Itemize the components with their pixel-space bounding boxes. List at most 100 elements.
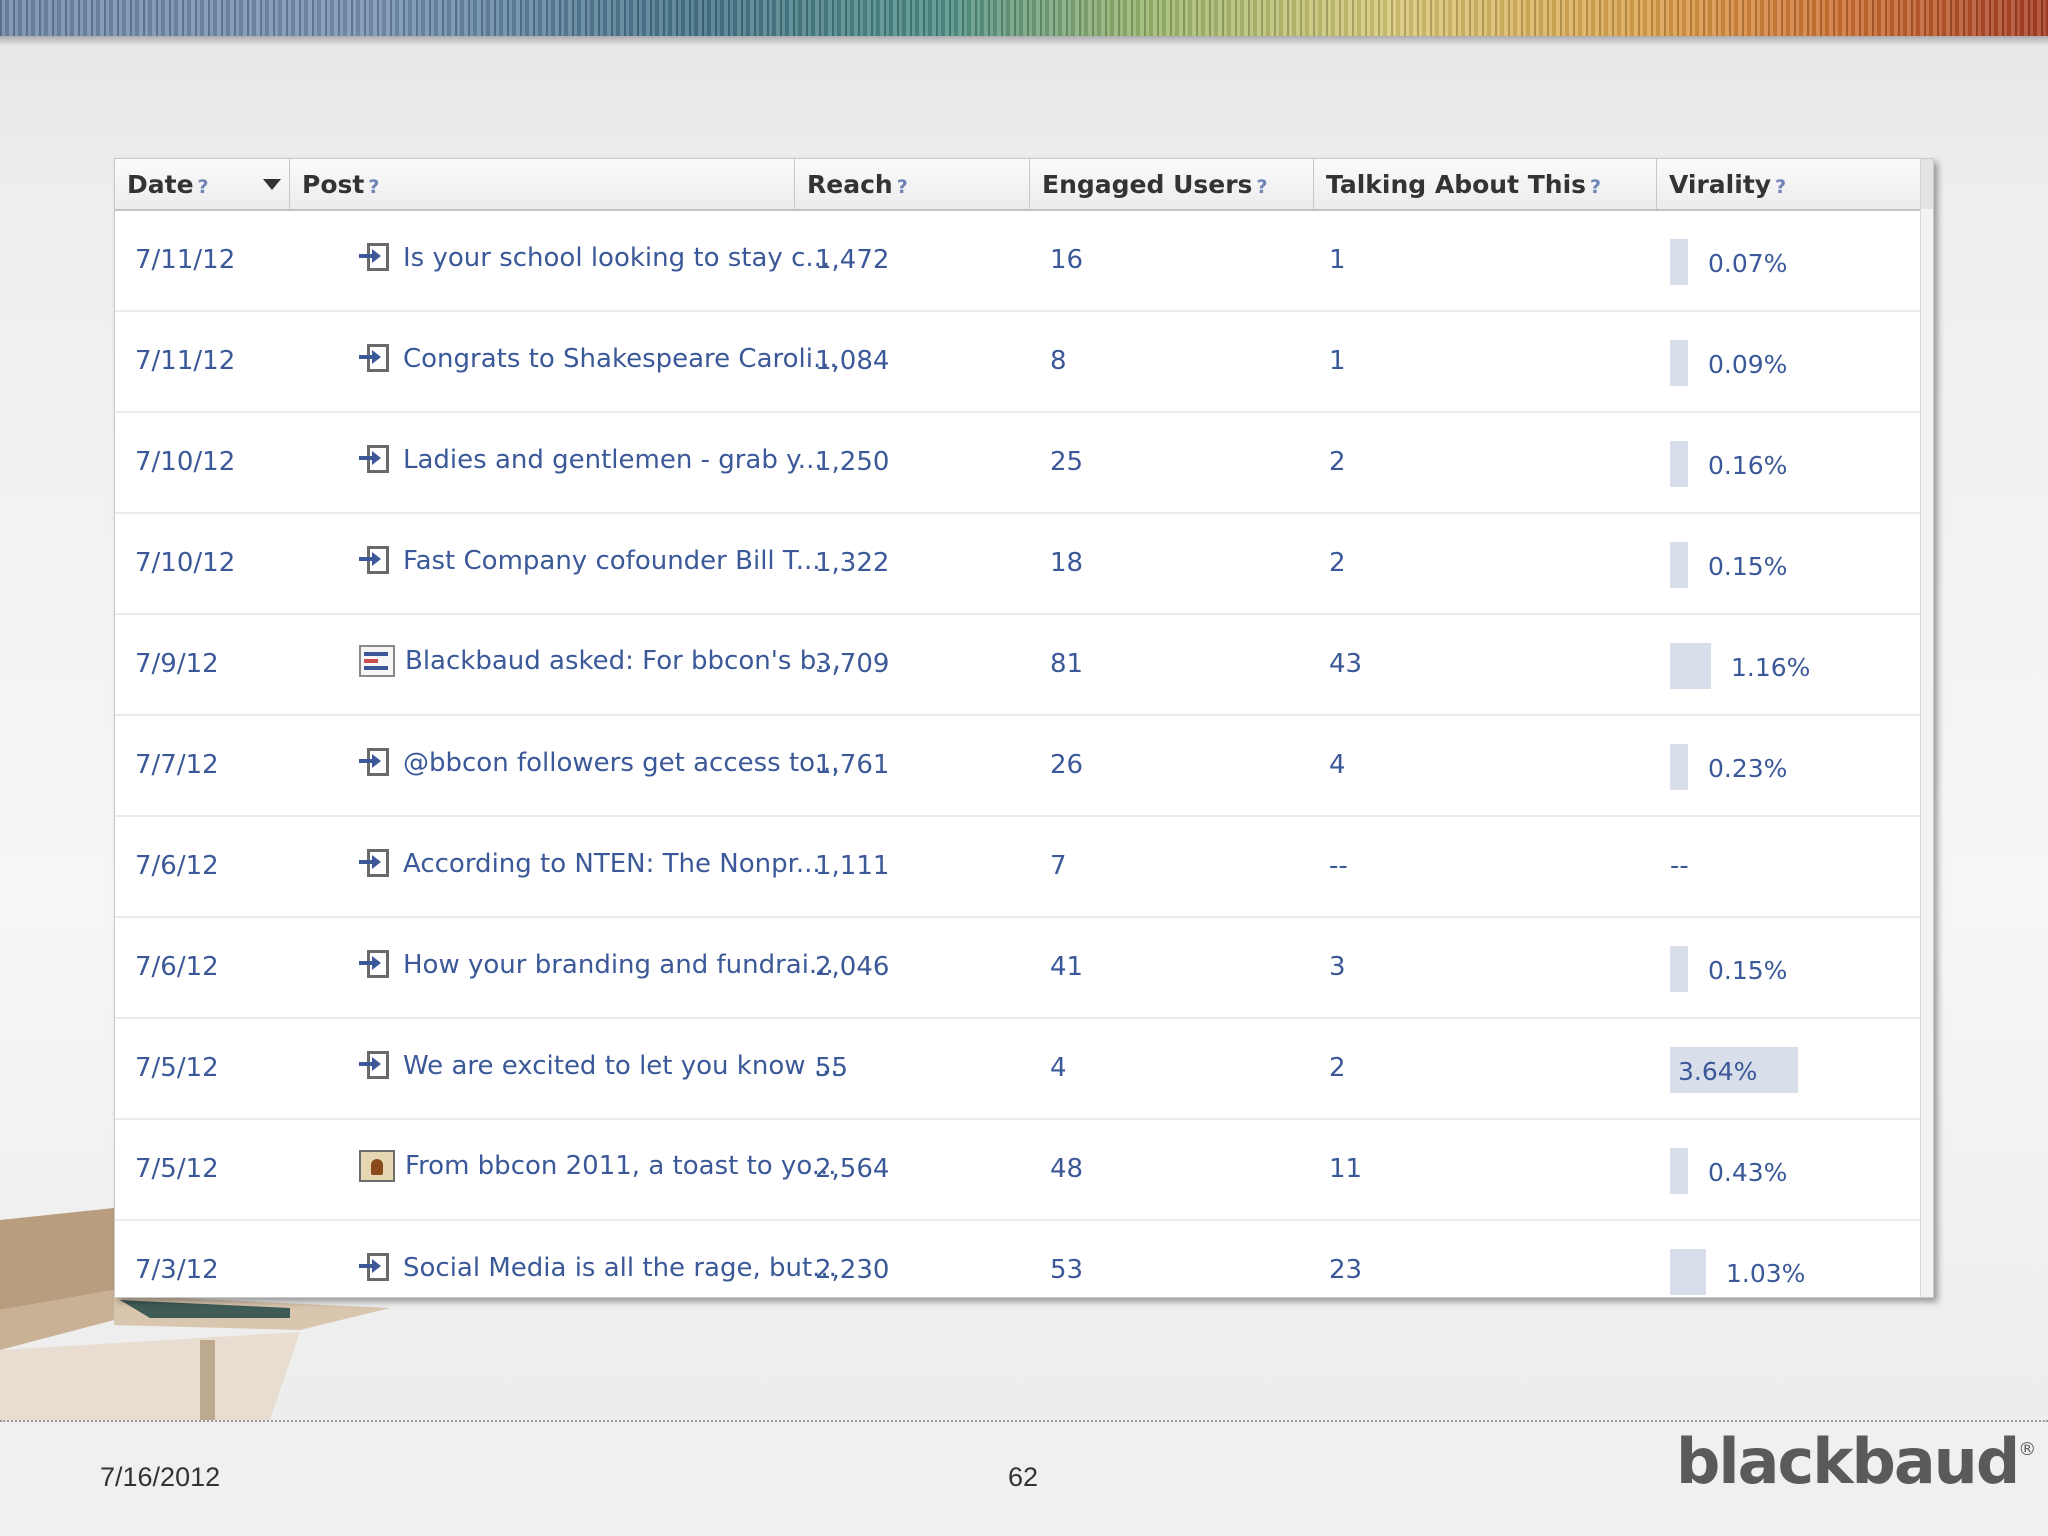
talking-about-value: 1 xyxy=(1329,245,1346,275)
decorative-color-strip xyxy=(0,0,2048,36)
table-row: 7/3/12 Social Media is all the rage, but.… xyxy=(115,1221,1921,1297)
help-icon[interactable]: ? xyxy=(897,176,908,198)
table-header: Date? Post? Reach? Engaged Users? Talkin… xyxy=(115,159,1921,211)
column-header-post[interactable]: Post? xyxy=(290,159,795,209)
strip-shadow xyxy=(0,36,2048,46)
virality-bar xyxy=(1670,1249,1706,1295)
reach-value: 1,250 xyxy=(815,447,890,477)
virality-value: 0.23% xyxy=(1708,754,1788,783)
virality-value: 0.07% xyxy=(1708,249,1788,278)
talking-about-value: 43 xyxy=(1329,649,1363,679)
help-icon[interactable]: ? xyxy=(368,176,379,198)
engaged-users-value: 25 xyxy=(1050,447,1084,477)
footer-date: 7/16/2012 xyxy=(100,1462,221,1492)
post-link[interactable]: Social Media is all the rage, but... xyxy=(359,1251,837,1285)
column-header-engaged-users[interactable]: Engaged Users? xyxy=(1030,159,1314,209)
table-row: 7/10/12 Ladies and gentlemen - grab y... 1… xyxy=(115,413,1921,514)
talking-about-value: 4 xyxy=(1329,750,1346,780)
status-link-icon xyxy=(359,443,393,477)
post-text[interactable]: We are excited to let you know ... xyxy=(403,1051,839,1081)
engaged-users-value: 53 xyxy=(1050,1255,1084,1285)
virality-bar xyxy=(1670,441,1688,487)
virality-bar xyxy=(1670,542,1688,588)
table-row: 7/5/12 We are excited to let you know ...… xyxy=(115,1019,1921,1120)
virality-value: 0.15% xyxy=(1708,956,1788,985)
engaged-users-value: 41 xyxy=(1050,952,1084,982)
engaged-users-value: 16 xyxy=(1050,245,1084,275)
post-date: 7/7/12 xyxy=(135,750,219,780)
page-posts-table: Date? Post? Reach? Engaged Users? Talkin… xyxy=(114,158,1934,1298)
column-header-reach[interactable]: Reach? xyxy=(795,159,1030,209)
table-row: 7/11/12 Is your school looking to stay c.… xyxy=(115,211,1921,312)
column-header-date[interactable]: Date? xyxy=(115,159,290,209)
post-link[interactable]: How your branding and fundrai... xyxy=(359,948,834,982)
post-text[interactable]: According to NTEN: The Nonpr... xyxy=(403,849,821,879)
help-icon[interactable]: ? xyxy=(198,176,209,198)
post-link[interactable]: @bbcon followers get access to... xyxy=(359,746,839,780)
post-date: 7/3/12 xyxy=(135,1255,219,1285)
virality-value: 1.16% xyxy=(1731,653,1811,682)
post-date: 7/11/12 xyxy=(135,346,236,376)
virality-bar xyxy=(1670,643,1711,689)
talking-about-value: 2 xyxy=(1329,447,1346,477)
post-date: 7/6/12 xyxy=(135,952,219,982)
reach-value: 3,709 xyxy=(815,649,890,679)
post-text[interactable]: Congrats to Shakespeare Caroli... xyxy=(403,344,838,374)
help-icon[interactable]: ? xyxy=(1256,176,1267,198)
column-header-talking-about-this[interactable]: Talking About This? xyxy=(1314,159,1657,209)
virality-value: 0.09% xyxy=(1708,350,1788,379)
table-row: 7/9/12 Blackbaud asked: For bbcon's b... 3… xyxy=(115,615,1921,716)
post-link[interactable]: We are excited to let you know ... xyxy=(359,1049,839,1083)
post-text[interactable]: Social Media is all the rage, but... xyxy=(403,1253,837,1283)
post-text[interactable]: Fast Company cofounder Bill T... xyxy=(403,546,821,576)
reach-value: 2,046 xyxy=(815,952,890,982)
virality-bar xyxy=(1670,946,1688,992)
talking-about-value: 1 xyxy=(1329,346,1346,376)
engaged-users-value: 26 xyxy=(1050,750,1084,780)
status-link-icon xyxy=(359,1251,393,1285)
virality-bar xyxy=(1670,239,1688,285)
engaged-users-value: 7 xyxy=(1050,851,1067,881)
status-link-icon xyxy=(359,948,393,982)
post-text[interactable]: Ladies and gentlemen - grab y... xyxy=(403,445,823,475)
post-link[interactable]: Fast Company cofounder Bill T... xyxy=(359,544,821,578)
virality-bar xyxy=(1670,744,1688,790)
reach-value: 2,230 xyxy=(815,1255,890,1285)
post-link[interactable]: Congrats to Shakespeare Caroli... xyxy=(359,342,838,376)
scrollbar[interactable] xyxy=(1920,159,1933,1297)
talking-about-value: -- xyxy=(1329,851,1348,881)
post-date: 7/9/12 xyxy=(135,649,219,679)
talking-about-value: 23 xyxy=(1329,1255,1363,1285)
talking-about-value: 11 xyxy=(1329,1154,1363,1184)
column-header-virality[interactable]: Virality? xyxy=(1657,159,1921,209)
post-text[interactable]: Blackbaud asked: For bbcon's b... xyxy=(405,646,841,676)
post-text[interactable]: How your branding and fundrai... xyxy=(403,950,834,980)
table-row: 7/10/12 Fast Company cofounder Bill T... 1… xyxy=(115,514,1921,615)
post-link[interactable]: Ladies and gentlemen - grab y... xyxy=(359,443,823,477)
status-link-icon xyxy=(359,544,393,578)
status-link-icon xyxy=(359,241,393,275)
post-link[interactable]: Is your school looking to stay c... xyxy=(359,241,830,275)
talking-about-value: 2 xyxy=(1329,1053,1346,1083)
photo-icon xyxy=(359,1150,395,1182)
engaged-users-value: 4 xyxy=(1050,1053,1067,1083)
post-link[interactable]: From bbcon 2011, a toast to yo... xyxy=(359,1150,837,1182)
virality-value: 0.16% xyxy=(1708,451,1788,480)
post-text[interactable]: Is your school looking to stay c... xyxy=(403,243,830,273)
status-link-icon xyxy=(359,847,393,881)
post-link[interactable]: According to NTEN: The Nonpr... xyxy=(359,847,821,881)
talking-about-value: 3 xyxy=(1329,952,1346,982)
sort-dropdown-icon[interactable] xyxy=(263,179,281,190)
post-text[interactable]: From bbcon 2011, a toast to yo... xyxy=(405,1151,837,1181)
post-text[interactable]: @bbcon followers get access to... xyxy=(403,748,839,778)
table-row: 7/6/12 How your branding and fundrai... 2,… xyxy=(115,918,1921,1019)
help-icon[interactable]: ? xyxy=(1590,176,1601,198)
post-date: 7/11/12 xyxy=(135,245,236,275)
engaged-users-value: 18 xyxy=(1050,548,1084,578)
blackbaud-logo: blackbaud® xyxy=(1676,1425,2036,1498)
post-link[interactable]: Blackbaud asked: For bbcon's b... xyxy=(359,645,841,677)
post-date: 7/10/12 xyxy=(135,548,236,578)
help-icon[interactable]: ? xyxy=(1775,176,1786,198)
table-row: 7/11/12 Congrats to Shakespeare Caroli...… xyxy=(115,312,1921,413)
engaged-users-value: 48 xyxy=(1050,1154,1084,1184)
